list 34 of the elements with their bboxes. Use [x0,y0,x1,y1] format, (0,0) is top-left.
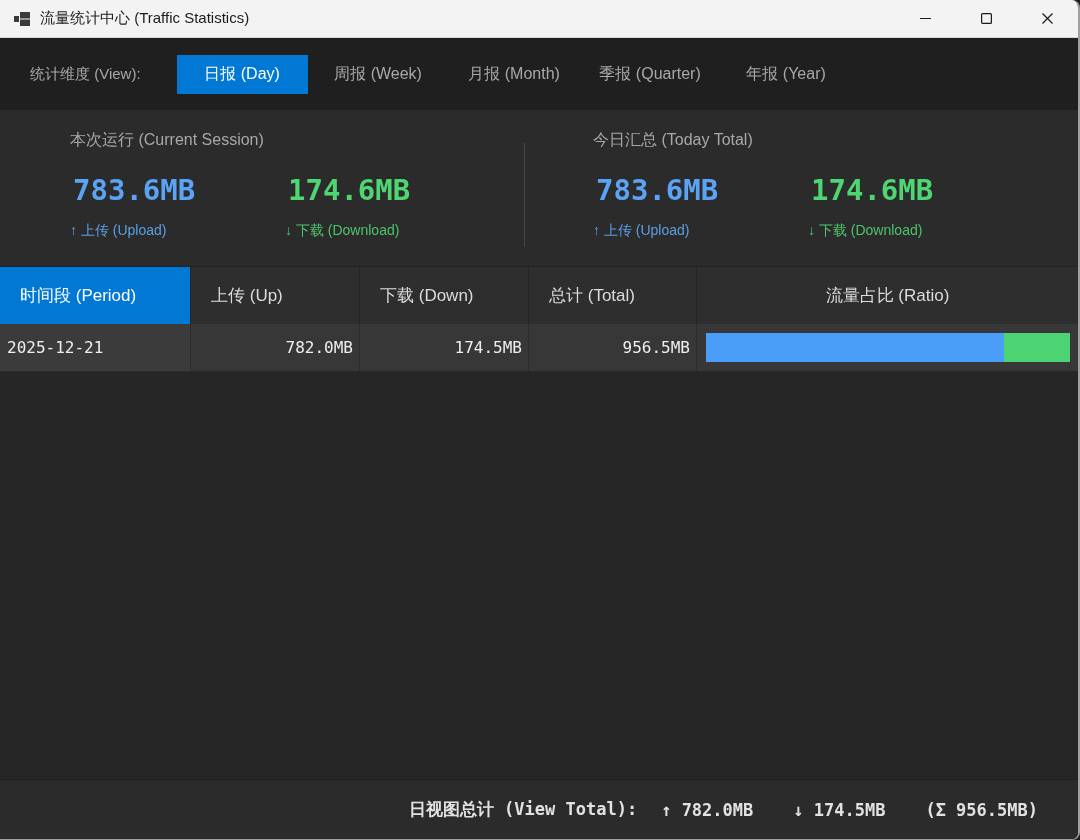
view-total-label: 日视图总计 (View Total): [408,798,638,821]
app-icon [14,11,30,26]
download-total: ↓ 174.5MB [793,799,886,820]
column-header[interactable]: 总计 (Total) [529,267,697,324]
upload-value: 783.6MB [596,172,719,208]
upload-label: ↑ 上传 (Upload) [70,221,167,239]
table-cell: 174.5MB [360,324,529,371]
download-label: ↓ 下载 (Download) [285,221,400,239]
table-cell: 956.5MB [529,324,697,371]
grand-total: (Σ 956.5MB) [925,799,1038,820]
column-header[interactable]: 上传 (Up) [191,267,360,324]
date-cell: 2025-12-21 [0,324,191,371]
column-header[interactable]: 流量占比 (Ratio) [697,267,1078,324]
window-title: 流量统计中心 (Traffic Statistics) [40,9,250,28]
column-header[interactable]: 下载 (Down) [360,267,529,324]
section-title: 本次运行 (Current Session) [70,130,265,150]
minimize-icon [920,18,931,19]
close-icon [1042,13,1053,24]
view-tab[interactable]: 年报 (Year) [720,54,852,94]
upload-value: 783.6MB [73,172,196,208]
upload-label: ↑ 上传 (Upload) [593,221,690,239]
view-tab[interactable]: 月报 (Month) [448,54,580,94]
upload-total: ↑ 782.0MB [661,799,754,820]
download-label: ↓ 下载 (Download) [808,221,923,239]
section-title: 今日汇总 (Today Total) [593,130,754,150]
view-tab[interactable]: 日报 (Day) [176,54,308,94]
download-value: 174.6MB [811,172,934,208]
maximize-icon [981,13,992,24]
download-value: 174.6MB [288,172,411,208]
column-header[interactable]: 时间段 (Period) [0,267,191,324]
table-cell: 782.0MB [191,324,360,371]
view-label: 统计维度 (View): [30,64,141,84]
view-tab[interactable]: 季报 (Quarter) [584,54,716,94]
view-tab[interactable]: 周报 (Week) [312,54,444,94]
